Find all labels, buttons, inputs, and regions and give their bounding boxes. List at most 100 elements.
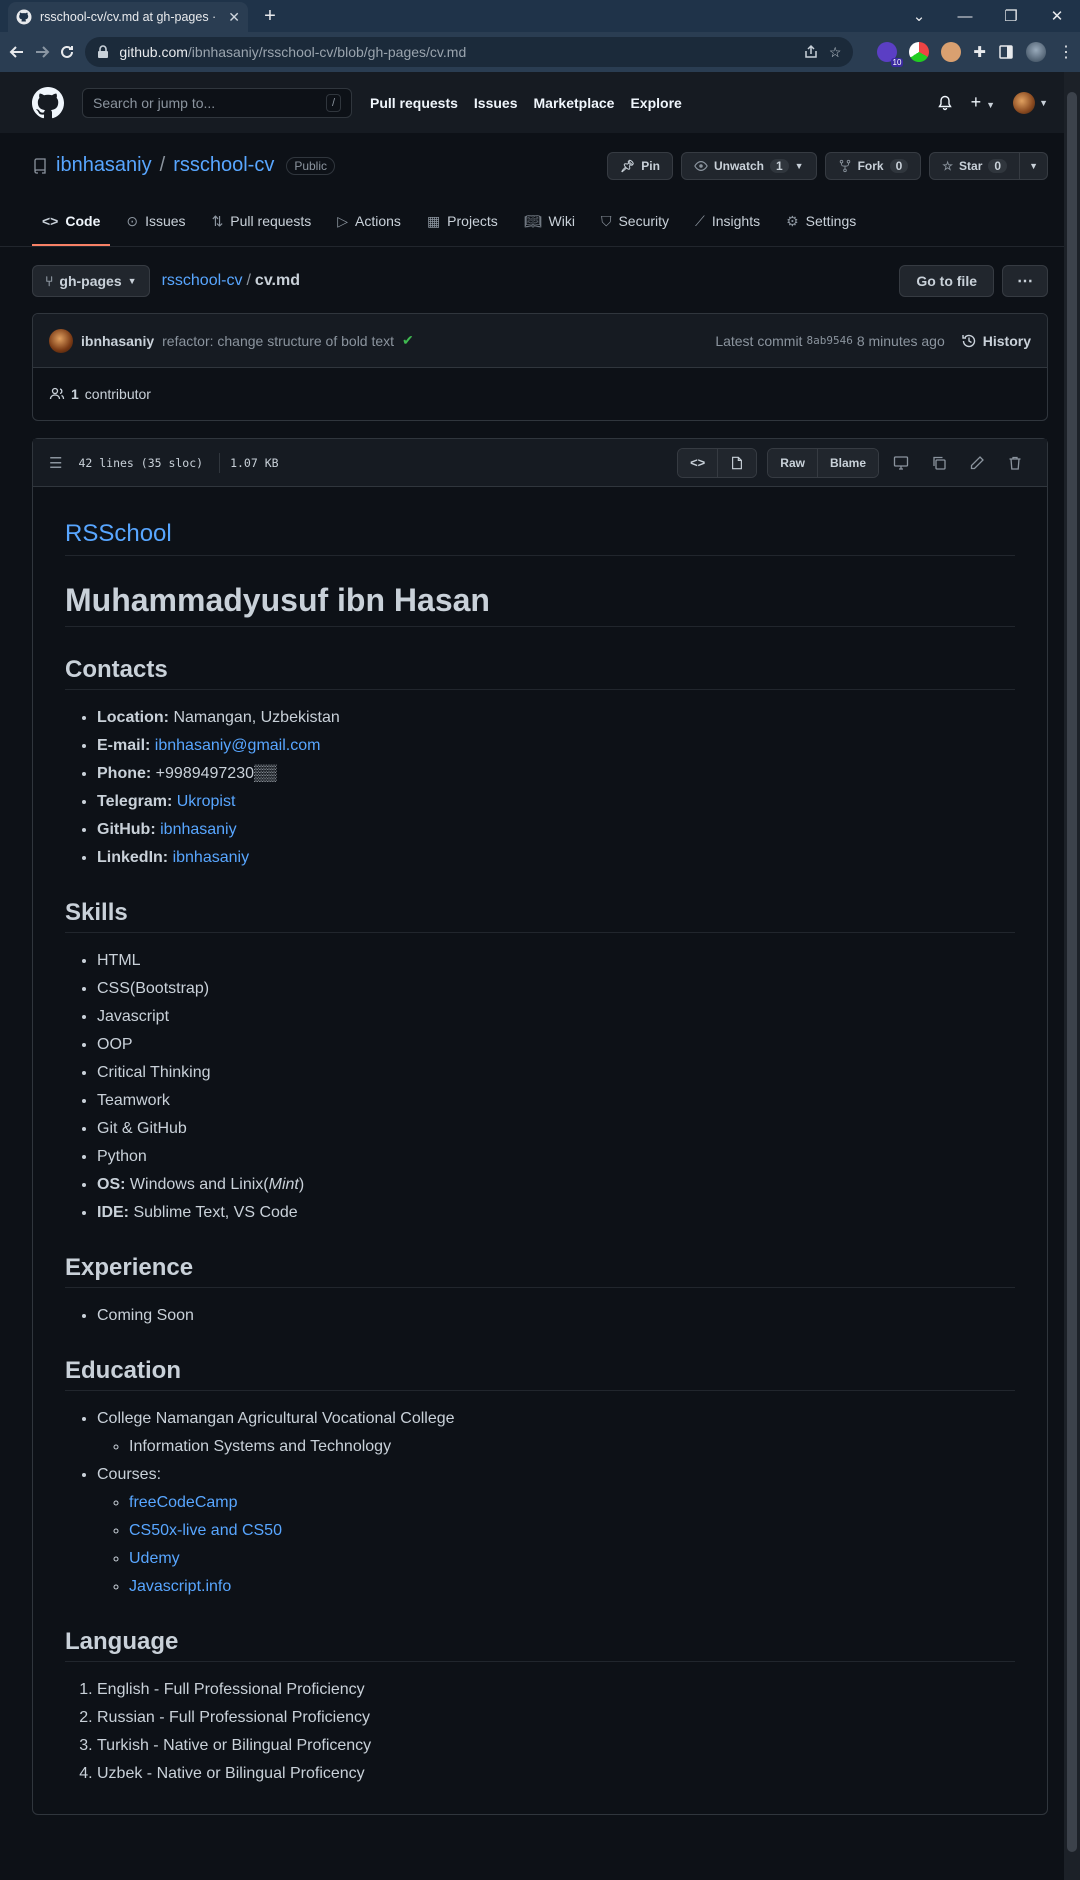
chevron-down-icon[interactable]: ⌄ — [896, 0, 942, 32]
github-link[interactable]: ibnhasaniy — [160, 821, 237, 838]
extension-icon[interactable]: 10 — [877, 42, 904, 67]
code-view-icon[interactable]: <> — [678, 448, 719, 477]
check-icon[interactable]: ✔ — [402, 332, 414, 349]
file-viewer: ☰ 42 lines (35 sloc) 1.07 KB <> Raw Blam… — [32, 438, 1048, 1815]
trash-icon[interactable] — [999, 449, 1031, 477]
bell-icon[interactable] — [937, 95, 953, 111]
chevron-down-icon: ▼ — [1039, 97, 1048, 108]
side-panel-icon[interactable] — [998, 44, 1014, 60]
browser-tab[interactable]: rsschool-cv/cv.md at gh-pages · ibnhasan… — [8, 2, 248, 32]
branch-select-button[interactable]: ⑂ gh-pages ▼ — [32, 265, 150, 297]
omnibox[interactable]: github.com/ibnhasaniy/rsschool-cv/blob/g… — [85, 37, 854, 67]
contact-label: GitHub: — [97, 821, 156, 838]
list-item: College Namangan Agricultural Vocational… — [97, 1407, 1015, 1459]
course-link[interactable]: Udemy — [129, 1550, 180, 1567]
scrollbar-thumb[interactable] — [1067, 92, 1077, 1852]
commit-message[interactable]: refactor: change structure of bold text — [162, 333, 394, 349]
repo-owner-link[interactable]: ibnhasaniy — [56, 154, 152, 177]
nav-explore[interactable]: Explore — [630, 95, 681, 111]
bookmark-star-icon[interactable]: ☆ — [829, 44, 842, 61]
tab-wiki[interactable]: 📖︎ Wiki — [514, 198, 585, 246]
repo-name-link[interactable]: rsschool-cv — [173, 154, 274, 177]
tab-projects[interactable]: ▦ Projects — [417, 198, 508, 246]
copy-icon[interactable] — [923, 449, 955, 477]
repo-icon — [32, 157, 48, 174]
commit-author[interactable]: ibnhasaniy — [81, 333, 154, 349]
fork-button[interactable]: Fork 0 — [824, 151, 922, 180]
breadcrumb: rsschool-cv / cv.md — [162, 272, 300, 290]
github-logo-icon[interactable] — [32, 86, 64, 119]
go-to-file-button[interactable]: Go to file — [899, 265, 994, 297]
telegram-link[interactable]: Ukropist — [177, 793, 236, 810]
nav-pull-requests[interactable]: Pull requests — [370, 95, 458, 111]
file-nav-actions: Go to file ⋯ — [899, 265, 1048, 297]
tab-insights[interactable]: ⟋ Insights — [685, 198, 770, 246]
kebab-menu-icon[interactable]: ⋮ — [1058, 42, 1074, 62]
restore-icon[interactable]: ❐ — [988, 0, 1034, 32]
education-list: College Namangan Agricultural Vocational… — [65, 1407, 1015, 1599]
star-icon: ☆ — [942, 158, 954, 173]
nav-marketplace[interactable]: Marketplace — [534, 95, 615, 111]
reload-icon[interactable] — [56, 37, 77, 67]
search-input[interactable]: Search or jump to... / — [82, 87, 352, 118]
share-icon[interactable] — [803, 44, 819, 60]
outline-list-icon[interactable]: ☰ — [49, 454, 62, 472]
pencil-icon[interactable] — [961, 449, 993, 477]
commit-sha[interactable]: 8ab9546 — [806, 334, 852, 347]
file-header: ☰ 42 lines (35 sloc) 1.07 KB <> Raw Blam… — [33, 439, 1047, 487]
minimize-icon[interactable]: — — [942, 0, 988, 32]
course-link[interactable]: freeCodeCamp — [129, 1494, 238, 1511]
tab-pull-requests[interactable]: ⇅ Pull requests — [202, 198, 322, 246]
user-menu[interactable]: ▼ — [1013, 91, 1048, 114]
scrollbar[interactable] — [1064, 72, 1080, 1880]
divider — [219, 452, 221, 473]
rsschool-link[interactable]: RSSchool — [65, 520, 172, 547]
pin-button[interactable]: 📌︎ Pin — [607, 151, 673, 180]
desktop-icon[interactable] — [885, 449, 917, 477]
more-options-button[interactable]: ⋯ — [1002, 265, 1048, 297]
contacts-heading: Contacts — [65, 655, 1015, 690]
close-window-icon[interactable]: ✕ — [1034, 0, 1080, 32]
courses-label: Courses: — [97, 1466, 162, 1483]
list-item: Critical Thinking — [97, 1061, 1015, 1085]
book-icon: 📖︎ — [523, 212, 542, 229]
course-link[interactable]: CS50x-live and CS50 — [129, 1522, 282, 1539]
history-link[interactable]: History — [961, 333, 1031, 349]
puzzle-icon[interactable]: ✚ — [973, 43, 986, 61]
commit-author-avatar[interactable] — [49, 328, 73, 353]
raw-button[interactable]: Raw — [768, 448, 818, 477]
user-avatar[interactable] — [1013, 91, 1036, 114]
lock-icon[interactable] — [97, 45, 109, 59]
star-count: 0 — [988, 158, 1008, 173]
breadcrumb-repo-link[interactable]: rsschool-cv — [162, 272, 243, 289]
os-value: Windows and Linix( — [129, 1176, 269, 1193]
linkedin-link[interactable]: ibnhasaniy — [173, 849, 250, 866]
star-button[interactable]: ☆ Star 0 — [929, 151, 1021, 180]
contributors-row[interactable]: 1 contributor — [33, 368, 1047, 420]
nav-issues[interactable]: Issues — [474, 95, 518, 111]
file-preview-icon[interactable] — [718, 448, 757, 477]
contributors-label: contributor — [84, 386, 151, 402]
extension-icon[interactable] — [909, 42, 930, 62]
tab-issues[interactable]: ⊙ Issues — [116, 198, 195, 246]
course-link[interactable]: Javascript.info — [129, 1578, 231, 1595]
tab-code[interactable]: <> Code — [32, 198, 111, 246]
unwatch-button[interactable]: Unwatch 1 ▼ — [680, 151, 817, 180]
url-text[interactable]: github.com/ibnhasaniy/rsschool-cv/blob/g… — [119, 44, 792, 60]
star-list-dropdown[interactable]: ▼ — [1020, 151, 1048, 180]
extension-icon[interactable] — [941, 42, 962, 62]
list-item: HTML — [97, 949, 1015, 973]
back-arrow-icon[interactable] — [6, 37, 27, 67]
code-icon: <> — [42, 213, 59, 229]
search-placeholder: Search or jump to... — [93, 94, 216, 111]
close-tab-icon[interactable]: ✕ — [228, 9, 240, 26]
tab-security[interactable]: ⛉ Security — [591, 198, 679, 246]
forward-arrow-icon[interactable] — [31, 37, 52, 67]
blame-button[interactable]: Blame — [817, 448, 878, 477]
profile-avatar[interactable] — [1026, 42, 1046, 62]
tab-actions[interactable]: ▷ Actions — [327, 198, 411, 246]
new-tab-icon[interactable]: + — [258, 4, 282, 28]
email-link[interactable]: ibnhasaniy@gmail.com — [155, 737, 321, 754]
create-new-plus-icon[interactable]: + ▼ — [971, 92, 995, 113]
tab-settings[interactable]: ⚙ Settings — [776, 198, 866, 246]
